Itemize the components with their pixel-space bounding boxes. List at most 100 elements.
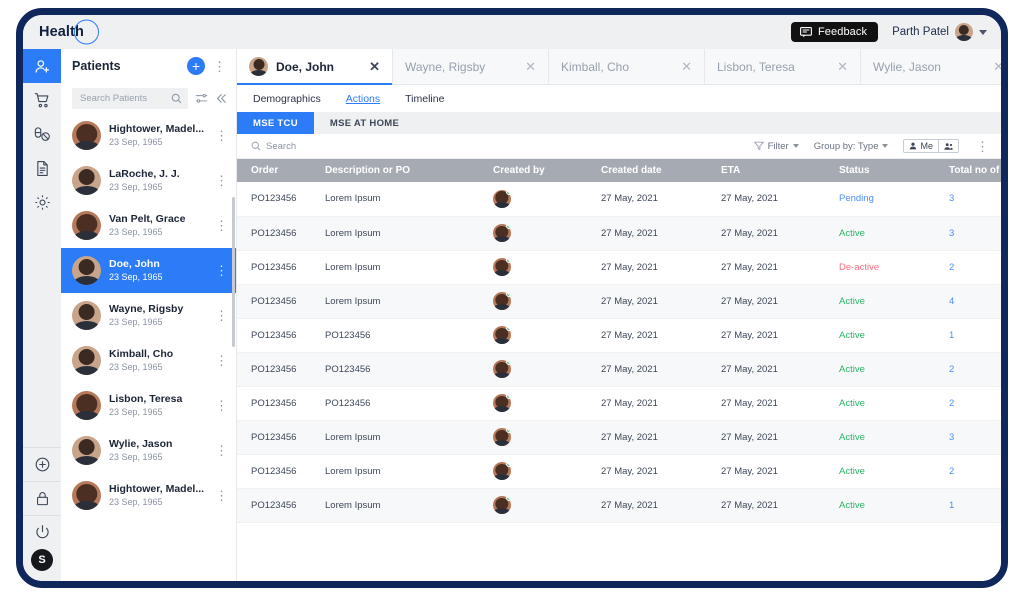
chevron-double-left-icon[interactable] [215,92,228,105]
cell-description: PO123456 [325,386,493,420]
close-icon[interactable]: ✕ [993,60,1001,73]
patients-panel-menu[interactable]: ⋮ [211,60,228,73]
total-products-link[interactable]: 3 [949,193,954,204]
list-item[interactable]: Van Pelt, Grace23 Sep, 1965⋮ [61,203,236,248]
patients-list-scrollbar[interactable] [232,197,235,347]
cell-description: PO123456 [325,318,493,352]
table-row[interactable]: PO123456Lorem Ipsum27 May, 202127 May, 2… [237,284,1001,318]
online-status-dot [506,326,511,331]
patient-info: Hightower, Madel...23 Sep, 1965 [109,483,205,508]
table-row[interactable]: PO123456Lorem Ipsum27 May, 202127 May, 2… [237,250,1001,284]
online-status-dot [506,190,511,195]
list-item-menu[interactable]: ⋮ [213,399,230,412]
close-icon[interactable]: ✕ [681,60,692,73]
avatar [493,360,511,378]
user-menu[interactable]: Parth Patel [892,23,987,41]
total-products-link[interactable]: 2 [949,398,954,409]
column-header[interactable]: Created date [601,159,721,182]
column-header[interactable]: Total no of products [949,159,1001,182]
list-item[interactable]: Hightower, Madel...23 Sep, 1965 ⋮ [61,473,236,518]
tab-patient[interactable]: Lisbon, Teresa✕ [705,49,861,84]
total-products-link[interactable]: 1 [949,330,954,341]
list-item-menu[interactable]: ⋮ [213,264,230,277]
app-logo[interactable]: Health [39,24,90,40]
rail-item-cart[interactable] [23,83,61,117]
tab-demographics[interactable]: Demographics [253,93,321,105]
cell-created-date: 27 May, 2021 [601,284,721,318]
total-products-link[interactable]: 3 [949,228,954,239]
status-badge[interactable]: S [31,549,53,571]
close-icon[interactable]: ✕ [837,60,848,73]
list-item[interactable]: Wayne, Rigsby23 Sep, 1965⋮ [61,293,236,338]
column-header[interactable]: ETA [721,159,839,182]
column-header[interactable]: Created by [493,159,601,182]
list-item-menu[interactable]: ⋮ [213,309,230,322]
rail-item-power[interactable] [23,515,61,549]
tab-patient[interactable]: Wayne, Rigsby✕ [393,49,549,84]
tab-patient[interactable]: Kimball, Cho✕ [549,49,705,84]
list-item-menu[interactable]: ⋮ [213,174,230,187]
me-filter-button[interactable]: Me [904,140,938,152]
table-search[interactable]: Search [251,141,296,152]
segment-mse-tcu[interactable]: MSE TCU [237,112,314,134]
total-products-link[interactable]: 4 [949,296,954,307]
column-header[interactable]: Status [839,159,949,182]
tab-patient[interactable]: Wylie, Jason✕ [861,49,1001,84]
column-header[interactable]: Description or PO [325,159,493,182]
column-header[interactable]: Order [237,159,325,182]
table-row[interactable]: PO123456Lorem Ipsum27 May, 202127 May, 2… [237,182,1001,216]
cell-description: Lorem Ipsum [325,182,493,216]
rail-item-person-add[interactable] [23,49,61,83]
search-patients-box[interactable] [72,88,188,109]
list-item[interactable]: Kimball, Cho23 Sep, 1965⋮ [61,338,236,383]
table-row[interactable]: PO123456Lorem Ipsum27 May, 202127 May, 2… [237,216,1001,250]
filter-button[interactable]: Filter [754,141,799,152]
table-row[interactable]: PO123456PO12345627 May, 202127 May, 2021… [237,352,1001,386]
table-row[interactable]: PO123456PO12345627 May, 202127 May, 2021… [237,318,1001,352]
avatar [72,391,101,420]
total-products-link[interactable]: 2 [949,466,954,477]
total-products-link[interactable]: 3 [949,432,954,443]
rail-item-medication[interactable] [23,117,61,151]
cell-eta: 27 May, 2021 [721,318,839,352]
table-row[interactable]: PO123456PO12345627 May, 202127 May, 2021… [237,386,1001,420]
list-item[interactable]: Wylie, Jason23 Sep, 1965⋮ [61,428,236,473]
total-products-link[interactable]: 2 [949,262,954,273]
pills-icon [34,126,51,143]
online-status-dot [506,394,511,399]
sliders-icon[interactable] [195,92,208,105]
table-options-menu[interactable]: ⋮ [974,140,991,153]
total-products-link[interactable]: 2 [949,364,954,375]
table-row[interactable]: PO123456Lorem Ipsum27 May, 202127 May, 2… [237,420,1001,454]
rail-item-documents[interactable] [23,151,61,185]
list-item-menu[interactable]: ⋮ [213,444,230,457]
feedback-button[interactable]: Feedback [791,22,878,42]
rail-item-settings[interactable] [23,185,61,219]
tab-timeline[interactable]: Timeline [405,93,444,105]
tab-actions[interactable]: Actions [346,93,380,105]
search-input[interactable] [80,93,167,104]
cell-created-date: 27 May, 2021 [601,182,721,216]
list-item[interactable]: Lisbon, Teresa23 Sep, 1965⋮ [61,383,236,428]
add-patient-button[interactable]: + [187,57,205,75]
list-item-menu[interactable]: ⋮ [213,354,230,367]
close-icon[interactable]: ✕ [525,60,536,73]
list-item[interactable]: LaRoche, J. J.23 Sep, 1965⋮ [61,158,236,203]
total-products-link[interactable]: 1 [949,500,954,511]
rail-item-lock[interactable] [23,481,61,515]
team-filter-button[interactable] [938,140,958,152]
list-item-menu[interactable]: ⋮ [213,489,230,502]
patients-list[interactable]: Hightower, Madel...23 Sep, 1965⋮LaRoche,… [61,113,236,581]
list-item-menu[interactable]: ⋮ [213,129,230,142]
table-row[interactable]: PO123456Lorem Ipsum27 May, 202127 May, 2… [237,454,1001,488]
tab-patient[interactable]: Doe, John✕ [237,49,393,84]
list-item[interactable]: Hightower, Madel...23 Sep, 1965⋮ [61,113,236,158]
list-item-menu[interactable]: ⋮ [213,219,230,232]
main-content: Doe, John✕Wayne, Rigsby✕Kimball, Cho✕Lis… [237,49,1001,581]
list-item[interactable]: Doe, John23 Sep, 1965⋮ [61,248,236,293]
close-icon[interactable]: ✕ [369,60,380,73]
rail-item-add[interactable] [23,447,61,481]
table-row[interactable]: PO123456Lorem Ipsum27 May, 202127 May, 2… [237,488,1001,522]
group-by-button[interactable]: Group by: Type [814,141,889,152]
segment-mse-at-home[interactable]: MSE AT HOME [314,112,415,134]
